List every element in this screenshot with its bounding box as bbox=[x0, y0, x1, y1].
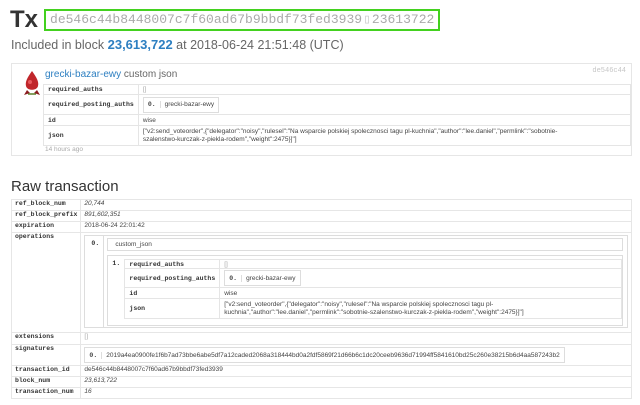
operation-params-table: required_auths [] required_posting_auths… bbox=[124, 259, 623, 319]
operations-key: operations bbox=[10, 232, 82, 333]
operation-params-box: 1. required_auths [] required_posting_au… bbox=[107, 255, 623, 326]
id-key: id bbox=[43, 114, 139, 126]
signatures-value: 0. 2019a4ea0900fe1f6b7ad73bbe6abe5df7a12… bbox=[80, 344, 632, 366]
inner-posting-auth-item: 0. grecki-bazar-ewy bbox=[224, 270, 301, 286]
inner-json-value: ["v2:send_voteorder",{"delegator":"noisy… bbox=[219, 298, 623, 319]
block-num-value: 23,613,722 bbox=[80, 376, 632, 388]
id-value: wise bbox=[137, 114, 632, 126]
transaction-num-value: 16 bbox=[80, 387, 632, 399]
ref-block-num-key: ref_block_num bbox=[10, 199, 82, 211]
included-in-block: Included in block 23,613,722 at 2018-06-… bbox=[11, 37, 344, 52]
ref-block-num-value: 20,744 bbox=[80, 199, 632, 211]
inner-posting-auth-account[interactable]: grecki-bazar-ewy bbox=[242, 275, 300, 282]
avatar[interactable] bbox=[21, 70, 43, 96]
required-posting-auths-value: 0. grecki-bazar-ewy bbox=[137, 94, 632, 115]
posting-auth-index: 0. bbox=[144, 101, 161, 108]
transaction-num-key: transaction_num bbox=[10, 387, 82, 399]
inner-required-posting-auths-key: required_posting_auths bbox=[124, 268, 221, 288]
tx-hash: de546c44b8448007c7f60ad67b9bbdf73fed3939 bbox=[50, 12, 363, 27]
ref-block-prefix-key: ref_block_prefix bbox=[10, 210, 82, 222]
operation-type-box: custom_json bbox=[107, 238, 623, 251]
required-auths-value: [] bbox=[137, 84, 632, 95]
required-posting-auths-key: required_posting_auths bbox=[43, 94, 139, 115]
required-auths-key: required_auths bbox=[43, 84, 139, 95]
signature-index: 0. bbox=[85, 351, 103, 359]
tx-header: Tx de546c44b8448007c7f60ad67b9bbdf73fed3… bbox=[10, 5, 441, 35]
tx-hash-field[interactable]: de546c44b8448007c7f60ad67b9bbdf73fed3939… bbox=[44, 9, 441, 31]
posting-auth-account[interactable]: grecki-bazar-ewy bbox=[161, 101, 219, 108]
raw-transaction-title: Raw transaction bbox=[11, 178, 119, 195]
inner-required-posting-auths-value: 0. grecki-bazar-ewy bbox=[219, 268, 623, 288]
inner-posting-auth-index: 0. bbox=[225, 274, 243, 282]
operation-type-value: custom_json bbox=[115, 241, 152, 248]
operation-id[interactable]: de546c44 bbox=[592, 67, 626, 75]
tx-hash-suffix: 23613722 bbox=[371, 12, 435, 27]
transaction-id-value: de546c44b8448007c7f60ad67b9bbdf73fed3939 bbox=[80, 365, 632, 377]
inner-id-key: id bbox=[124, 287, 221, 299]
operation-details-table: required_auths [] required_posting_auths… bbox=[43, 84, 632, 146]
operation-index: 0. bbox=[91, 240, 100, 247]
json-key: json bbox=[43, 125, 139, 146]
posting-auth-item: 0. grecki-bazar-ewy bbox=[142, 96, 220, 113]
ref-block-prefix-value: 891,602,351 bbox=[80, 210, 632, 222]
tx-label: Tx bbox=[10, 6, 39, 33]
inner-json-key: json bbox=[124, 298, 221, 319]
signature-value: 2019a4ea0900fe1f6b7ad73bbe6abe5df7a12cad… bbox=[106, 351, 560, 359]
time-ago: 14 hours ago bbox=[45, 146, 83, 153]
operation-heading: grecki-bazar-ewy custom json bbox=[45, 69, 177, 80]
block-num-key: block_num bbox=[10, 376, 82, 388]
json-value: ["v2:send_voteorder",{"delegator":"noisy… bbox=[137, 125, 632, 146]
expiration-key: expiration bbox=[10, 221, 82, 233]
account-link[interactable]: grecki-bazar-ewy bbox=[45, 69, 121, 80]
extensions-value: [] bbox=[80, 332, 632, 345]
inner-required-auths-value: [] bbox=[219, 259, 623, 269]
operation-item: 0. custom_json 1. required_auths [] requ… bbox=[84, 235, 628, 328]
transaction-id-key: transaction_id bbox=[10, 365, 82, 377]
inner-id-value: wise bbox=[219, 287, 623, 299]
operations-value: 0. custom_json 1. required_auths [] requ… bbox=[80, 232, 632, 333]
extensions-key: extensions bbox=[10, 332, 82, 345]
block-link[interactable]: 23,613,722 bbox=[108, 37, 173, 52]
raw-transaction-table: ref_block_num 20,744 ref_block_prefix 89… bbox=[10, 199, 632, 399]
operation-card: de546c44 grecki-bazar-ewy custom json re… bbox=[11, 63, 632, 156]
included-prefix: Included in block bbox=[11, 38, 105, 52]
expiration-value: 2018-06-24 22:01:42 bbox=[80, 221, 632, 233]
inner-required-auths-key: required_auths bbox=[124, 259, 221, 269]
included-time: at 2018-06-24 21:51:48 (UTC) bbox=[176, 38, 344, 52]
operation-params-index: 1. bbox=[112, 260, 121, 267]
operation-type: custom json bbox=[123, 69, 178, 80]
signature-item: 0. 2019a4ea0900fe1f6b7ad73bbe6abe5df7a12… bbox=[84, 347, 565, 363]
signatures-key: signatures bbox=[10, 344, 82, 366]
